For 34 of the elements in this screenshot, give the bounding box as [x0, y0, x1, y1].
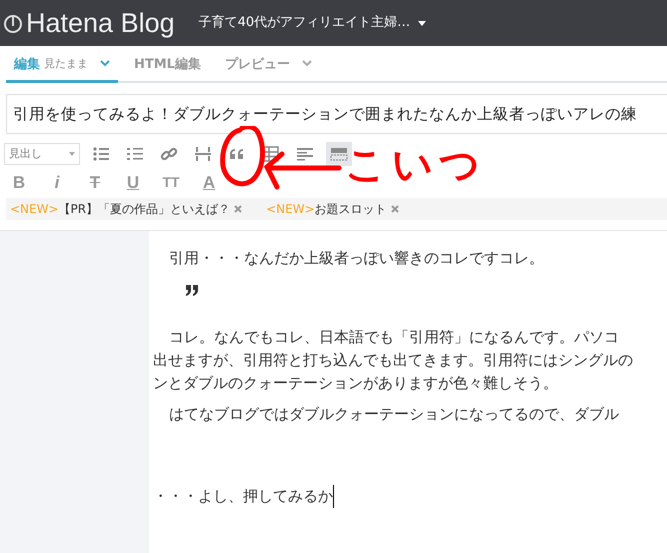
body-text-line: 引用・・・なんだか上級者っぽい響きのコレですコレ。	[169, 248, 545, 269]
text-color-button[interactable]: A	[194, 170, 224, 194]
bullet-list-icon	[92, 145, 110, 163]
annotation-text: こいつ	[345, 145, 486, 185]
logo-text: Hatena Blog	[26, 10, 175, 36]
body-text-line: ンとダブルのクォーテーションがありますが色々難しそう。	[153, 373, 559, 394]
editor-tab[interactable]: プレビュー	[216, 54, 320, 83]
caret-icon[interactable]	[418, 20, 426, 26]
italic-button[interactable]: i	[42, 170, 72, 194]
table-icon	[262, 145, 280, 163]
body-text-line: はてなブログではダブルクォーテーションになってるので、ダブル	[169, 404, 620, 426]
strikethrough-button[interactable]: T	[80, 170, 110, 194]
text-lines-icon	[296, 145, 314, 163]
body-text-line: 出せますが、引用符と打ち込んでも出てきます。引用符にはシングルの	[153, 350, 634, 371]
blog-name[interactable]: 子育て40代がアフィリエイト主婦…	[198, 13, 410, 33]
bold-button[interactable]: B	[4, 170, 34, 194]
editor-tab[interactable]: HTML編集	[126, 54, 209, 83]
heading-select[interactable]: 見出し	[4, 143, 80, 165]
topic-tag[interactable]: <NEW>【PR】「夏の作品」といえば？	[10, 200, 230, 218]
quote-icon	[185, 284, 199, 296]
numbered-list-icon	[126, 145, 144, 163]
close-icon[interactable]	[234, 205, 242, 213]
page-break-icon	[194, 145, 212, 163]
text-size-button[interactable]: TT	[156, 170, 186, 194]
title-field[interactable]: 引用を使ってみるよ！ダブルクォーテーションで囲まれたなんか上級者っぽいアレの練	[6, 94, 667, 134]
body-text-line: コレ。なんでもコレ、日本語でも「引用符」になるんです。パソコ	[169, 326, 620, 348]
close-icon[interactable]	[390, 205, 399, 213]
body-text-line: ・・・よし、押してみるか	[153, 484, 334, 508]
link-icon	[160, 145, 178, 163]
panel-icon	[330, 145, 348, 163]
editor-tab[interactable]: 編集 見たまま	[6, 54, 118, 83]
underline-button[interactable]: U	[118, 170, 148, 194]
caret-icon	[69, 152, 75, 156]
topic-tag[interactable]: <NEW>お題スロット	[266, 200, 387, 218]
